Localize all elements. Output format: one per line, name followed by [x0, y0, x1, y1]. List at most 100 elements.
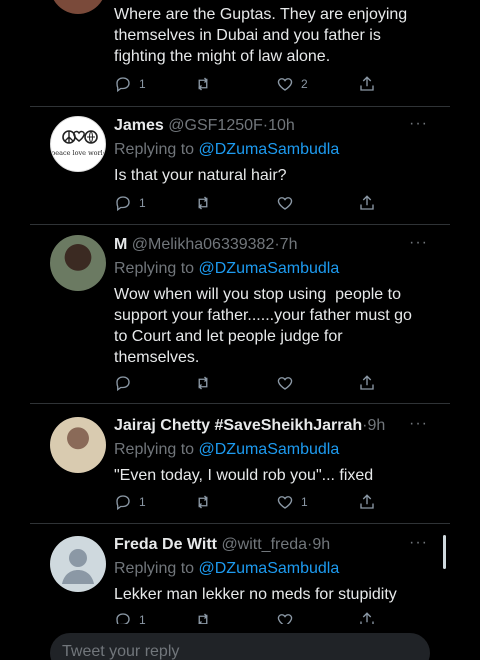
retweet-button[interactable]	[194, 74, 212, 94]
tweet[interactable]: Jairaj Chetty #SaveSheikhJarrah·9h ··· R…	[30, 415, 450, 521]
like-button[interactable]	[276, 373, 294, 393]
mention-link[interactable]: @DZumaSambudla	[199, 141, 340, 158]
reply-icon	[116, 613, 130, 624]
tweet-text-line: Lekker man lekker no meds for stupidity	[114, 586, 397, 603]
avatar[interactable]	[50, 536, 106, 592]
more-options-icon[interactable]: ···	[409, 534, 428, 552]
share-icon	[360, 494, 374, 509]
retweet-icon	[198, 613, 208, 624]
avatar[interactable]	[50, 235, 106, 291]
tweet-text: Wow when will you stop using people to s…	[114, 284, 450, 368]
tweet-time[interactable]: 7h	[280, 236, 298, 253]
share-icon	[360, 612, 374, 624]
tweet-actions: 1	[114, 193, 414, 213]
scrollbar[interactable]	[443, 535, 446, 569]
share-icon	[360, 76, 374, 91]
avatar[interactable]	[50, 0, 106, 14]
share-icon	[360, 195, 374, 210]
avatar[interactable]	[50, 417, 106, 473]
replying-label: Replying to	[114, 260, 195, 277]
mention-link[interactable]: @DZumaSambudla	[199, 560, 340, 577]
tweet-actions	[114, 373, 414, 393]
reply-icon	[116, 196, 130, 212]
mention-link[interactable]: @DZumaSambudla	[199, 260, 340, 277]
share-button[interactable]	[358, 373, 376, 393]
tweet-header: Jairaj Chetty #SaveSheikhJarrah·9h	[114, 415, 450, 437]
reply-icon	[116, 495, 130, 511]
user-handle[interactable]: @GSF1250F	[168, 117, 263, 134]
retweet-button[interactable]	[194, 610, 212, 624]
divider	[30, 106, 450, 107]
avatar-caption: peace love world	[51, 149, 106, 157]
tweet-header: Freda De Witt @witt_freda·9h	[114, 534, 450, 556]
like-count: 1	[301, 495, 308, 509]
tweet[interactable]: M @Melikha06339382·7h ··· Replying to @D…	[30, 234, 450, 399]
user-handle[interactable]: @witt_freda	[221, 536, 307, 553]
replying-label: Replying to	[114, 441, 195, 458]
display-name[interactable]: Freda De Witt	[114, 536, 217, 553]
tweet-text-line: themselves in Dubai and you father is	[114, 27, 381, 44]
avatar[interactable]: peace love world	[50, 116, 106, 172]
user-handle[interactable]: @Melikha06339382	[132, 236, 275, 253]
replying-to: Replying to @DZumaSambudla	[114, 139, 450, 161]
tweet-actions: 1	[114, 610, 414, 624]
tweet-text: "Even today, I would rob you"... fixed	[114, 465, 450, 486]
retweet-button[interactable]	[194, 492, 212, 512]
share-button[interactable]	[358, 74, 376, 94]
retweet-button[interactable]	[194, 373, 212, 393]
tweet-time[interactable]: 10h	[268, 117, 295, 134]
reply-input[interactable]	[62, 641, 402, 660]
reply-composer[interactable]	[50, 633, 430, 660]
like-button[interactable]: 2	[276, 74, 308, 94]
tweet-text-line: Wow when will you stop using people to	[114, 286, 401, 303]
retweet-icon	[198, 495, 208, 509]
reply-button[interactable]: 1	[114, 74, 146, 94]
share-button[interactable]	[358, 610, 376, 624]
like-icon	[277, 614, 293, 624]
retweet-icon	[198, 77, 208, 91]
reply-button[interactable]	[114, 373, 132, 393]
tweet-header: James @GSF1250F·10h	[114, 115, 450, 137]
share-button[interactable]	[358, 193, 376, 213]
replying-to: Replying to @DZumaSambudla	[114, 558, 450, 580]
mention-link[interactable]: @DZumaSambudla	[199, 441, 340, 458]
reply-button[interactable]: 1	[114, 610, 146, 624]
tweet[interactable]: Where are the Guptas. They are enjoying …	[30, 0, 450, 100]
display-name[interactable]: Jairaj Chetty #SaveSheikhJarrah	[114, 417, 362, 434]
tweet-time[interactable]: 9h	[312, 536, 330, 553]
tweet-text-line: fighting the might of law alone.	[114, 48, 331, 65]
more-options-icon[interactable]: ···	[409, 234, 428, 252]
reply-button[interactable]: 1	[114, 492, 146, 512]
tweet-text-line: themselves.	[114, 349, 200, 366]
replying-to: Replying to @DZumaSambudla	[114, 258, 450, 280]
share-button[interactable]	[358, 492, 376, 512]
like-icon	[277, 78, 293, 91]
tweet-text-line: to Court and let people judge for	[114, 328, 343, 345]
tweet-text-line: support your father......your father mus…	[114, 307, 412, 324]
tweet-text-line: "Even today, I would rob you"... fixed	[114, 467, 374, 484]
replying-label: Replying to	[114, 560, 195, 577]
display-name[interactable]: M	[114, 236, 127, 253]
tweet-text: Is that your natural hair?	[114, 165, 450, 186]
like-button[interactable]	[276, 610, 294, 624]
replying-to: Replying to @DZumaSambudla	[114, 439, 450, 461]
tweet-text-line: Is that your natural hair?	[114, 167, 287, 184]
tweet-time[interactable]: 9h	[367, 417, 385, 434]
tweet-actions: 1 1	[114, 492, 414, 512]
tweet-actions: 1 2	[114, 74, 414, 94]
like-button[interactable]: 1	[276, 492, 308, 512]
retweet-icon	[198, 376, 208, 390]
display-name[interactable]: James	[114, 117, 164, 134]
reply-icon	[116, 77, 130, 93]
reply-count: 1	[139, 196, 146, 210]
more-options-icon[interactable]: ···	[409, 115, 428, 133]
reply-count: 1	[139, 495, 146, 509]
divider	[30, 224, 450, 225]
more-options-icon[interactable]: ···	[409, 415, 428, 433]
reply-button[interactable]: 1	[114, 193, 146, 213]
tweet[interactable]: peace love world James @GSF1250F·10h ···…	[30, 115, 450, 224]
tweet[interactable]: Freda De Witt @witt_freda·9h ··· Replyin…	[30, 534, 450, 646]
peace-love-world-logo: peace love world	[51, 130, 106, 157]
like-button[interactable]	[276, 193, 294, 213]
retweet-button[interactable]	[194, 193, 212, 213]
